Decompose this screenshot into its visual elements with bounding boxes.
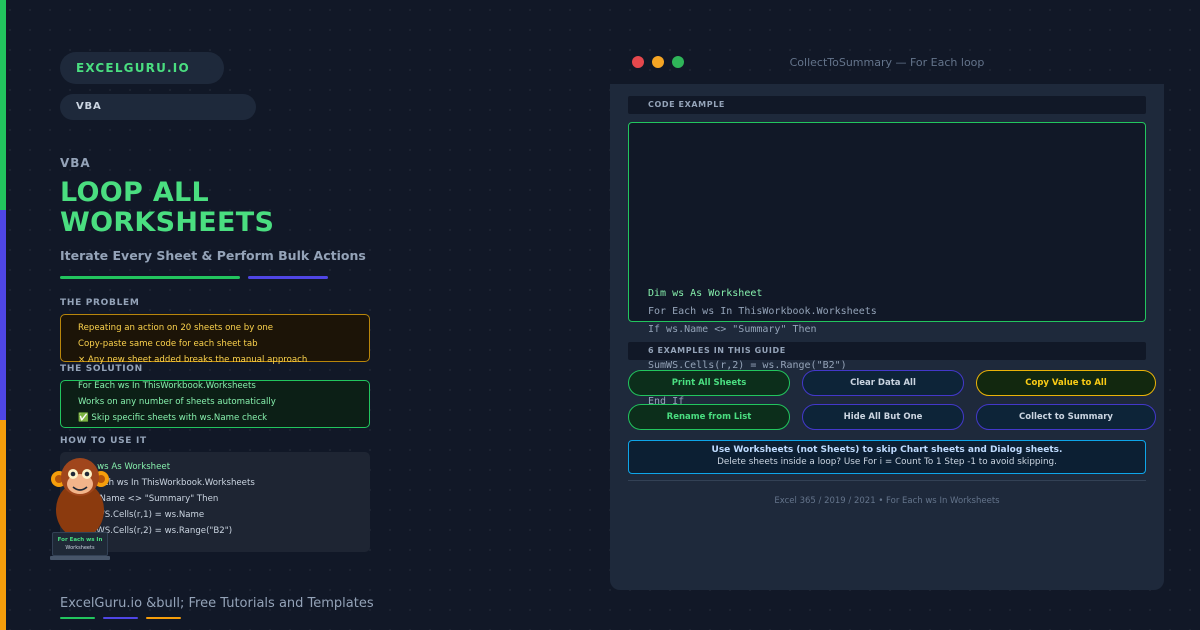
code-example-header: CODE EXAMPLE <box>628 96 1146 114</box>
mascot-laptop-screen: For Each ws In Worksheets <box>52 532 108 556</box>
title-line-2: WORKSHEETS <box>60 207 275 238</box>
solution-item: Works on any number of sheets automatica… <box>78 397 276 407</box>
clear-data-all-button[interactable]: Clear Data All <box>802 370 964 396</box>
window-title: CollectToSummary — For Each loop <box>789 56 985 69</box>
underline-green <box>60 276 240 279</box>
tip-line-2: Delete sheets inside a loop? Use For i =… <box>717 457 1057 467</box>
accent-stripe-indigo <box>0 210 6 420</box>
mascot-label-line-1: For Each ws In <box>57 537 103 543</box>
laptop-base <box>50 556 110 560</box>
accent-stripe-green <box>0 0 6 210</box>
underline-indigo <box>248 276 328 279</box>
solution-item: ✅ Skip specific sheets with ws.Name chec… <box>78 413 268 423</box>
window-divider <box>628 480 1146 481</box>
code-line: Dim ws As Worksheet <box>648 288 763 299</box>
solution-heading: THE SOLUTION <box>60 364 143 374</box>
hide-all-but-one-button[interactable]: Hide All But One <box>802 404 964 430</box>
page-subtitle: Iterate Every Sheet & Perform Bulk Actio… <box>60 248 366 263</box>
title-line-1: LOOP ALL <box>60 177 210 208</box>
footer-bar-amber <box>146 617 181 619</box>
copy-value-to-all-button[interactable]: Copy Value to All <box>976 370 1156 396</box>
tip-line-1: Use Worksheets (not Sheets) to skip Char… <box>711 445 1063 455</box>
editor-window: CODE EXAMPLE Dim ws As Worksheet For Eac… <box>610 84 1164 590</box>
accent-stripe-amber <box>0 420 6 630</box>
category-badge[interactable]: VBA <box>60 94 256 120</box>
tip-box: Use Worksheets (not Sheets) to skip Char… <box>628 440 1146 474</box>
footer-bar-indigo <box>103 617 138 619</box>
code-line: For Each ws In ThisWorkbook.Worksheets <box>648 306 877 317</box>
problem-item: Copy-paste same code for each sheet tab <box>78 339 258 349</box>
page-title: LOOP ALL WORKSHEETS <box>60 178 274 238</box>
problem-item: Repeating an action on 20 sheets one by … <box>78 323 274 333</box>
solution-item: For Each ws In ThisWorkbook.Worksheets <box>78 381 256 391</box>
collect-to-summary-button[interactable]: Collect to Summary <box>976 404 1156 430</box>
print-all-sheets-button[interactable]: Print All Sheets <box>628 370 790 396</box>
rename-from-list-button[interactable]: Rename from List <box>628 404 790 430</box>
problem-heading: THE PROBLEM <box>60 298 140 308</box>
footer-bar-green <box>60 617 95 619</box>
brand-badge[interactable]: EXCELGURU.IO <box>60 52 224 84</box>
examples-header: 6 EXAMPLES IN THIS GUIDE <box>628 342 1146 360</box>
topic-kicker: VBA <box>60 156 91 170</box>
window-footer: Excel 365 / 2019 / 2021 • For Each ws In… <box>774 496 1000 506</box>
code-line: If ws.Name <> "Summary" Then <box>648 324 817 335</box>
site-footer: ExcelGuru.io &bull; Free Tutorials and T… <box>60 596 374 611</box>
problem-box: Repeating an action on 20 sheets one by … <box>60 314 370 365</box>
mascot-label-line-2: Worksheets <box>65 545 95 551</box>
solution-box: For Each ws In ThisWorkbook.Worksheets W… <box>60 380 370 428</box>
how-heading: HOW TO USE IT <box>60 436 147 446</box>
